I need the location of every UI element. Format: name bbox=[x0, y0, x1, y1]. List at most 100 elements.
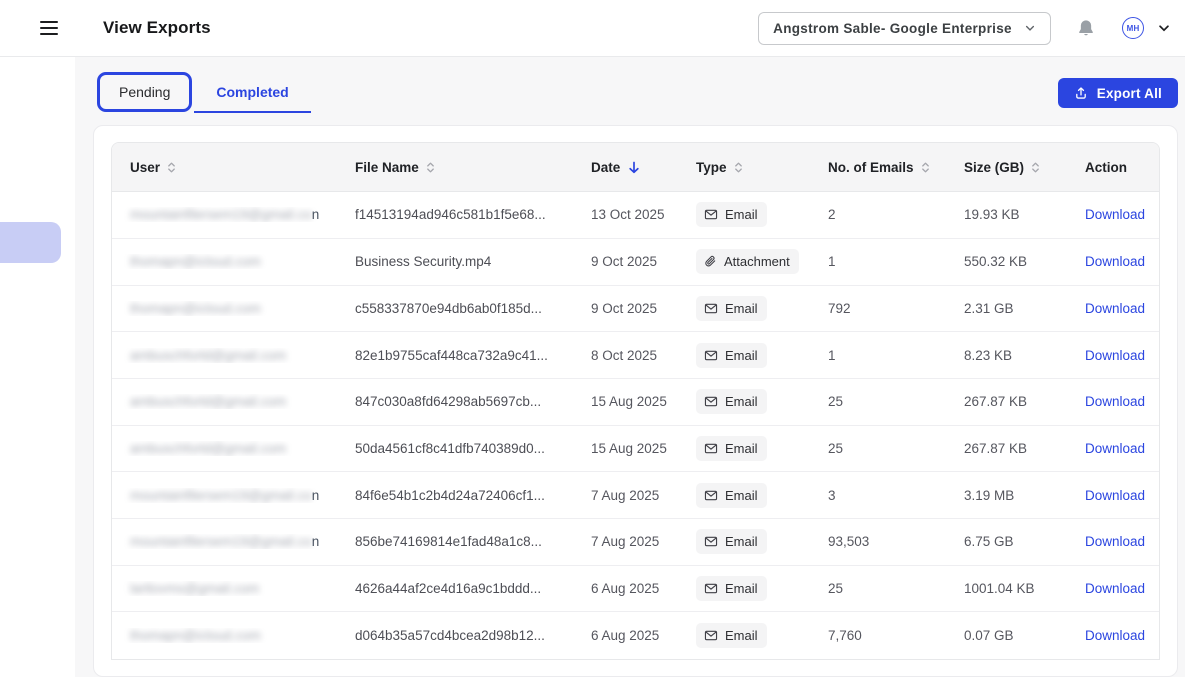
file-name-cell: 4626a44af2ce4d16a9c1bddd... bbox=[355, 580, 542, 596]
type-badge: Email bbox=[696, 482, 767, 508]
type-badge: Email bbox=[696, 342, 767, 368]
table-row: lartlovms@gmail.com 4626a44af2ce4d16a9c1… bbox=[112, 565, 1159, 613]
type-badge: Email bbox=[696, 575, 767, 601]
organization-selector[interactable]: Angstrom Sable- Google Enterprise bbox=[758, 11, 1051, 45]
column-header-user[interactable]: User bbox=[112, 160, 355, 175]
action-cell: Download bbox=[1085, 534, 1159, 549]
user-cell: thomapn@icloud.com bbox=[112, 254, 355, 269]
user-cell: mountainfilersem19@gmail.con bbox=[112, 207, 355, 222]
column-header-type[interactable]: Type bbox=[696, 160, 828, 175]
exports-table: User File Name Date Type No. of Emails Size (… bbox=[111, 142, 1160, 660]
sidebar-item-highlight[interactable] bbox=[0, 222, 61, 263]
size-cell: 550.32 KB bbox=[964, 254, 1028, 270]
type-cell: Email bbox=[696, 575, 828, 601]
download-link[interactable]: Download bbox=[1085, 628, 1145, 643]
user-menu-chevron-icon[interactable] bbox=[1157, 21, 1171, 35]
download-link[interactable]: Download bbox=[1085, 394, 1145, 409]
sort-caret-icon bbox=[921, 161, 930, 174]
export-all-button[interactable]: Export All bbox=[1057, 78, 1178, 108]
avatar[interactable]: MH bbox=[1122, 17, 1144, 39]
tab-pending[interactable]: Pending bbox=[97, 72, 193, 112]
redacted-user-email: mountainfilersem19@gmail.co bbox=[130, 207, 312, 223]
type-label: Email bbox=[725, 347, 758, 363]
download-link[interactable]: Download bbox=[1085, 301, 1145, 316]
size-cell: 0.07 GB bbox=[964, 628, 1014, 644]
top-bar-right: Angstrom Sable- Google Enterprise MH bbox=[758, 11, 1171, 45]
hamburger-menu-icon[interactable] bbox=[40, 21, 58, 35]
type-cell: Email bbox=[696, 623, 828, 649]
tab-completed[interactable]: Completed bbox=[194, 72, 311, 113]
action-cell: Download bbox=[1085, 348, 1159, 363]
download-link[interactable]: Download bbox=[1085, 441, 1145, 456]
file-name-cell: 84f6e54b1c2b4d24a72406cf1... bbox=[355, 487, 545, 503]
type-badge: Email bbox=[696, 295, 767, 321]
redacted-user-email: mountainfilersem19@gmail.co bbox=[130, 534, 312, 550]
table-row: ambuschforld@gmail.com 50da4561cf8c41dfb… bbox=[112, 425, 1159, 473]
no-of-emails-cell: 2 bbox=[828, 207, 836, 223]
file-name-cell: 856be74169814e1fad48a1c8... bbox=[355, 534, 542, 550]
download-link[interactable]: Download bbox=[1085, 581, 1145, 596]
size-cell: 267.87 KB bbox=[964, 440, 1028, 456]
user-cell: ambuschforld@gmail.com bbox=[112, 394, 355, 409]
action-cell: Download bbox=[1085, 628, 1159, 643]
column-header-no-of-emails[interactable]: No. of Emails bbox=[828, 160, 964, 175]
email-icon bbox=[704, 629, 718, 642]
exports-card: User File Name Date Type No. of Emails Size (… bbox=[93, 125, 1178, 677]
tabs-row: Pending Completed Export All bbox=[93, 72, 1178, 125]
column-label: No. of Emails bbox=[828, 159, 914, 175]
type-cell: Email bbox=[696, 435, 828, 461]
email-icon bbox=[704, 535, 718, 548]
size-cell: 6.75 GB bbox=[964, 534, 1014, 550]
type-cell: Email bbox=[696, 295, 828, 321]
type-label: Email bbox=[725, 534, 758, 550]
table-row: mountainfilersem19@gmail.con f14513194ad… bbox=[112, 192, 1159, 239]
date-cell: 9 Oct 2025 bbox=[591, 254, 658, 270]
type-cell: Email bbox=[696, 389, 828, 415]
no-of-emails-cell: 93,503 bbox=[828, 534, 870, 550]
download-link[interactable]: Download bbox=[1085, 207, 1145, 222]
date-cell: 7 Aug 2025 bbox=[591, 534, 660, 550]
table-body: mountainfilersem19@gmail.con f14513194ad… bbox=[112, 192, 1159, 659]
size-cell: 3.19 MB bbox=[964, 487, 1015, 503]
table-header-row: User File Name Date Type No. of Emails Size (… bbox=[112, 143, 1159, 193]
redacted-user-email: lartlovms@gmail.com bbox=[130, 580, 260, 596]
date-cell: 8 Oct 2025 bbox=[591, 347, 658, 363]
download-link[interactable]: Download bbox=[1085, 488, 1145, 503]
download-link[interactable]: Download bbox=[1085, 348, 1145, 363]
type-cell: Email bbox=[696, 342, 828, 368]
export-all-label: Export All bbox=[1096, 85, 1162, 101]
file-name-cell: c558337870e94db6ab0f185d... bbox=[355, 300, 542, 316]
table-row: ambuschforld@gmail.com 82e1b9755caf448ca… bbox=[112, 332, 1159, 379]
file-name-cell: d064b35a57cd4bcea2d98b12... bbox=[355, 628, 545, 644]
type-badge: Email bbox=[696, 623, 767, 649]
no-of-emails-cell: 25 bbox=[828, 440, 844, 456]
file-name-cell: 82e1b9755caf448ca732a9c41... bbox=[355, 347, 548, 363]
no-of-emails-cell: 3 bbox=[828, 487, 836, 503]
action-cell: Download bbox=[1085, 394, 1159, 409]
download-link[interactable]: Download bbox=[1085, 534, 1145, 549]
type-label: Email bbox=[725, 487, 758, 503]
user-email-suffix: n bbox=[311, 207, 320, 223]
column-label: User bbox=[130, 159, 161, 175]
type-badge: Email bbox=[696, 529, 767, 555]
size-cell: 1001.04 KB bbox=[964, 580, 1035, 596]
download-link[interactable]: Download bbox=[1085, 254, 1145, 269]
column-label: Action bbox=[1085, 159, 1127, 175]
sort-caret-icon bbox=[734, 161, 743, 174]
action-cell: Download bbox=[1085, 301, 1159, 316]
user-cell: lartlovms@gmail.com bbox=[112, 581, 355, 596]
notifications-button[interactable] bbox=[1077, 19, 1095, 38]
column-header-file-name[interactable]: File Name bbox=[355, 160, 591, 175]
type-label: Email bbox=[725, 394, 758, 410]
no-of-emails-cell: 1 bbox=[828, 347, 836, 363]
column-header-size-gb[interactable]: Size (GB) bbox=[964, 160, 1085, 175]
type-badge: Email bbox=[696, 389, 767, 415]
email-icon bbox=[704, 208, 718, 221]
file-name-cell: f14513194ad946c581b1f5e68... bbox=[355, 207, 546, 223]
user-cell: mountainfilersem19@gmail.con bbox=[112, 488, 355, 503]
column-label: File Name bbox=[355, 159, 419, 175]
column-label: Size (GB) bbox=[964, 159, 1025, 175]
date-cell: 13 Oct 2025 bbox=[591, 207, 665, 223]
column-header-date[interactable]: Date bbox=[591, 160, 696, 175]
email-icon bbox=[704, 442, 718, 455]
